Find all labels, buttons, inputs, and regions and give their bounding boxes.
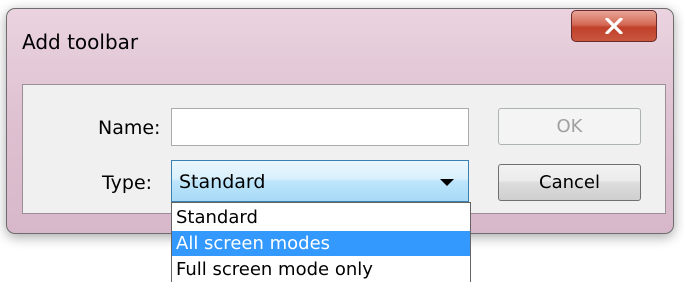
cancel-button[interactable]: Cancel [498,164,641,201]
type-label: Type: [102,172,153,194]
close-button[interactable] [571,10,657,42]
type-dropdown-list: Standard All screen modes Full screen mo… [171,202,471,282]
type-select[interactable]: Standard [171,160,469,202]
dropdown-option-all-screen-modes[interactable]: All screen modes [172,231,470,256]
dropdown-arrow-icon[interactable] [440,179,454,186]
dialog-title: Add toolbar [22,30,139,54]
dropdown-option-standard[interactable]: Standard [172,205,470,230]
dropdown-option-full-screen-mode-only[interactable]: Full screen mode only [172,257,470,282]
ok-button[interactable]: OK [498,108,641,145]
close-icon [605,18,623,34]
type-select-value: Standard [179,171,266,193]
name-input[interactable] [171,108,469,146]
name-label: Name: [98,117,161,139]
